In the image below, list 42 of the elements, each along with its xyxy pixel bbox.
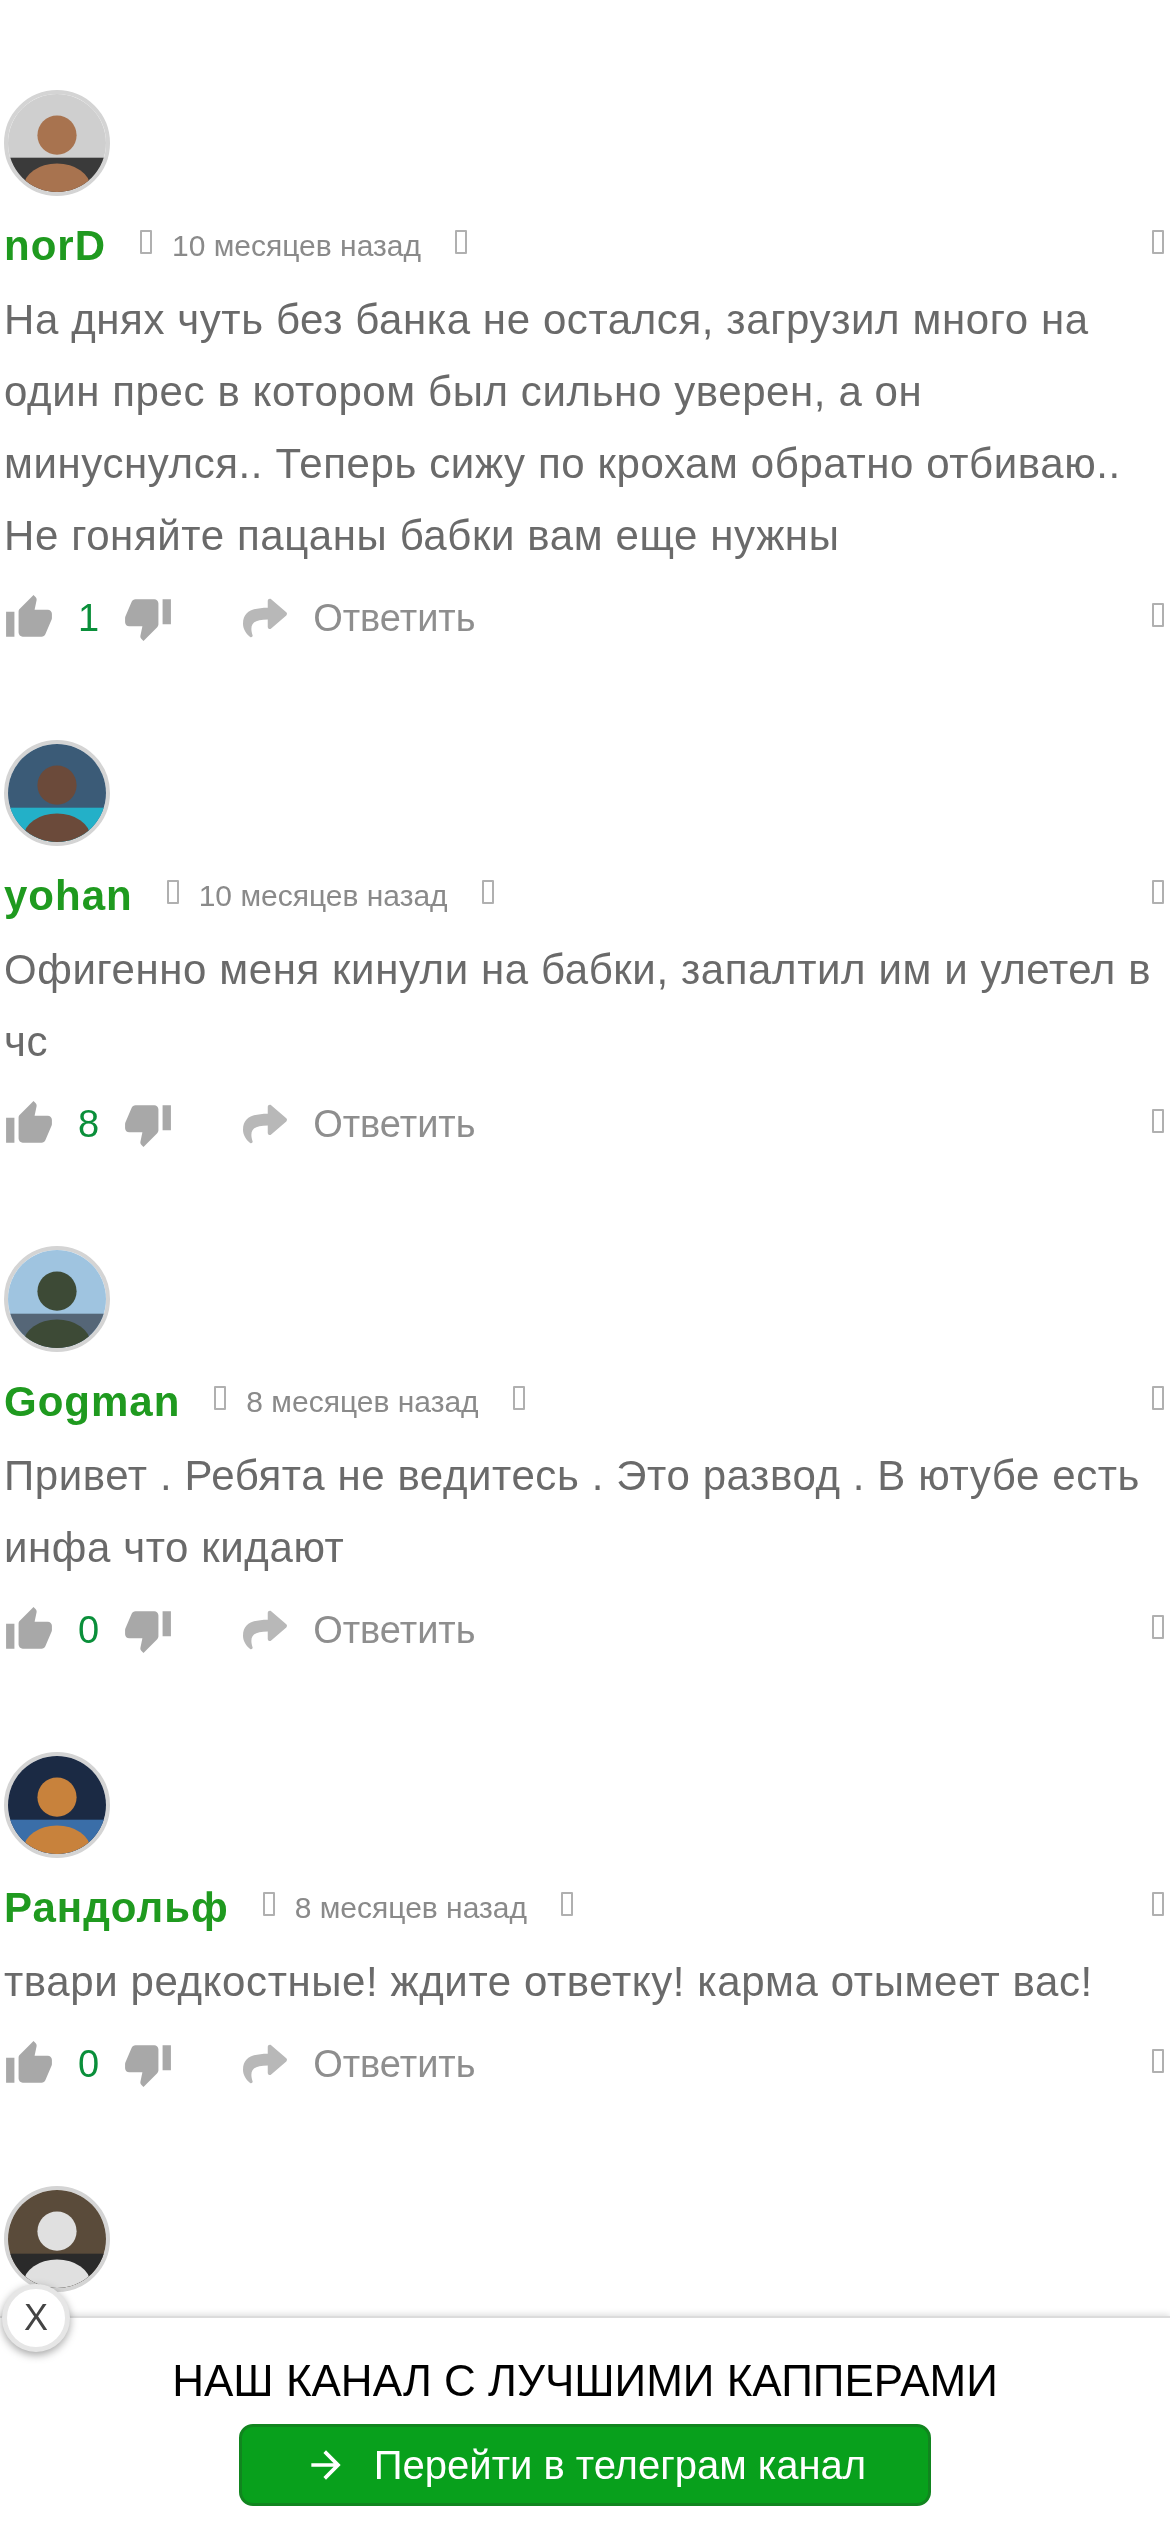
banner-title: НАШ КАНАЛ С ЛУЧШИМИ КАППЕРАМИ bbox=[172, 2355, 998, 2407]
reply-arrow-icon[interactable] bbox=[241, 2042, 290, 2086]
like-count: 1 bbox=[78, 595, 100, 641]
reply-link[interactable]: Ответить bbox=[313, 589, 476, 647]
comment-author[interactable]: Gogman bbox=[4, 1369, 181, 1433]
glyph-box-icon bbox=[262, 1891, 275, 1916]
comment-time: 10 месяцев назад bbox=[198, 877, 448, 914]
comment-time: 10 месяцев назад bbox=[172, 227, 421, 264]
comment-author[interactable]: Рандольф bbox=[4, 1875, 229, 1939]
reply-arrow-icon[interactable] bbox=[241, 1608, 290, 1652]
glyph-box-icon bbox=[1152, 1614, 1164, 1639]
comment-text: Офигенно меня кинули на бабки, запалтил им и улетел в чс bbox=[4, 945, 1153, 1067]
reply-arrow-icon[interactable] bbox=[241, 1102, 290, 1146]
glyph-box-icon bbox=[1152, 879, 1164, 904]
glyph-box-icon bbox=[1152, 2048, 1164, 2073]
comment-text: Привет . Ребята не ведитесь . Это развод . В ютубе есть инфа что кидают bbox=[4, 1451, 1142, 1573]
glyph-box-icon bbox=[1152, 1108, 1164, 1133]
telegram-button[interactable]: Перейти в телеграм канал bbox=[239, 2424, 931, 2506]
comment-text: На днях чуть без банка не остался, загрузил много на один прес в котором был сильно уверен, а он минуснулся.. Теперь сижу по крохам обратно отбиваю.. Не гоняйте пацаны бабки вам еще нужны bbox=[4, 295, 1122, 561]
comment-time: 8 месяцев назад bbox=[294, 1889, 527, 1926]
glyph-box-icon bbox=[454, 229, 467, 254]
reply-link[interactable]: Ответить bbox=[313, 1095, 476, 1153]
glyph-box-icon bbox=[481, 879, 494, 904]
glyph-box-icon bbox=[140, 229, 152, 254]
comment-author[interactable]: norD bbox=[4, 213, 106, 277]
glyph-box-icon bbox=[1152, 229, 1164, 254]
comment-text: твари редкостные! ждите ответку! карма отымеет вас! bbox=[4, 1957, 1094, 2007]
like-count: 0 bbox=[78, 1607, 100, 1653]
glyph-box-icon bbox=[166, 879, 179, 904]
reply-arrow-icon[interactable] bbox=[241, 596, 290, 640]
glyph-box-icon bbox=[560, 1891, 573, 1916]
glyph-box-icon bbox=[1152, 1385, 1164, 1410]
glyph-box-icon bbox=[214, 1385, 227, 1410]
reply-link[interactable]: Ответить bbox=[313, 2035, 476, 2093]
comment-author[interactable]: yohan bbox=[4, 863, 133, 927]
like-count: 0 bbox=[78, 2041, 100, 2087]
reply-link[interactable]: Ответить bbox=[313, 1601, 476, 1659]
like-count: 8 bbox=[78, 1101, 100, 1147]
comment-time: 8 месяцев назад bbox=[246, 1383, 479, 1420]
glyph-box-icon bbox=[1152, 602, 1164, 627]
glyph-box-icon bbox=[1152, 1891, 1164, 1916]
glyph-box-icon bbox=[512, 1385, 525, 1410]
